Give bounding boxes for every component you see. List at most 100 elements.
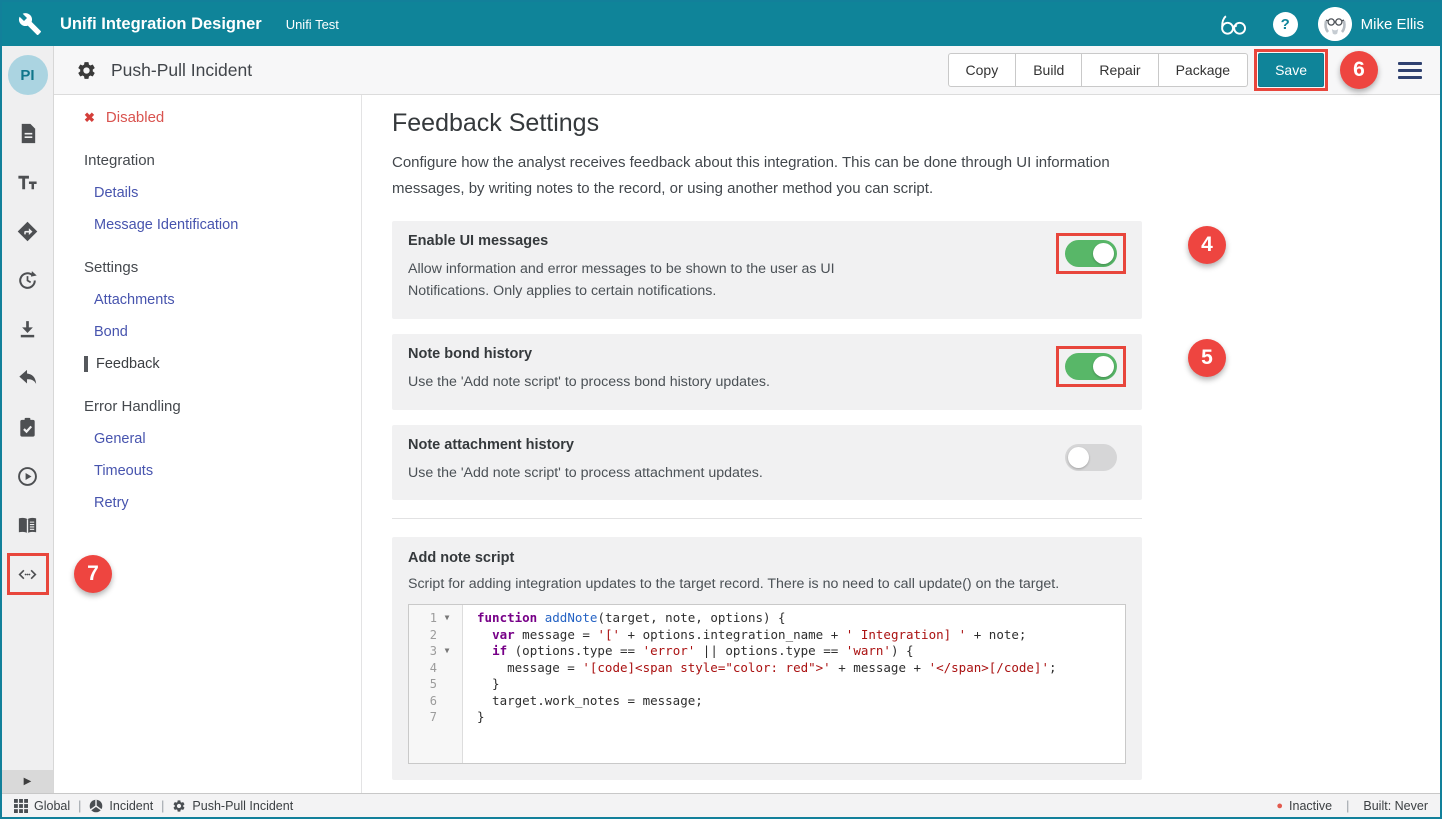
package-button[interactable]: Package bbox=[1159, 53, 1248, 87]
user-name[interactable]: Mike Ellis bbox=[1361, 16, 1424, 33]
editor-gutter: 1▼23▼4567 bbox=[409, 605, 463, 763]
download-icon[interactable] bbox=[15, 316, 41, 342]
nav-item-message-identification[interactable]: Message Identification bbox=[94, 217, 361, 233]
icon-sidebar: PI ▶ bbox=[2, 46, 54, 793]
code-token: 'warn' bbox=[846, 643, 891, 658]
toggle-knob bbox=[1093, 356, 1114, 377]
code-line: } bbox=[477, 676, 1125, 693]
code-icon[interactable] bbox=[15, 561, 41, 587]
tasks-icon[interactable] bbox=[15, 414, 41, 440]
glasses-icon[interactable] bbox=[1217, 11, 1249, 37]
nav-item-feedback[interactable]: Feedback bbox=[84, 356, 361, 372]
settings-nav-panel: ✖ Disabled IntegrationDetailsMessage Ide… bbox=[54, 95, 362, 793]
code-token: } bbox=[477, 709, 485, 724]
status-bar: Global | Incident | Push-Pull Incident ● Ina… bbox=[2, 793, 1440, 817]
environment-label: Unifi Test bbox=[286, 17, 339, 32]
inactive-dot-icon: ● bbox=[1276, 800, 1283, 812]
gutter-line: 2 bbox=[409, 627, 462, 644]
line-number: 1 bbox=[409, 610, 437, 627]
line-number: 7 bbox=[409, 709, 437, 726]
code-token bbox=[477, 643, 492, 658]
repair-button[interactable]: Repair bbox=[1082, 53, 1158, 87]
integration-status: ✖ Disabled bbox=[84, 109, 361, 126]
integration-avatar[interactable]: PI bbox=[8, 55, 48, 95]
nav-item-details[interactable]: Details bbox=[94, 185, 361, 201]
code-editor[interactable]: 1▼23▼4567 function addNote(target, note,… bbox=[408, 604, 1126, 764]
code-token: } bbox=[477, 676, 500, 691]
script-card-title: Add note script bbox=[408, 550, 1126, 566]
page-title: Push-Pull Incident bbox=[111, 60, 252, 81]
annotation-badge-4: 4 bbox=[1188, 226, 1226, 264]
annotation-badge-6: 6 bbox=[1340, 51, 1378, 89]
top-app-bar: Unifi Integration Designer Unifi Test ? … bbox=[2, 2, 1440, 46]
play-icon[interactable] bbox=[15, 463, 41, 489]
nav-item-general[interactable]: General bbox=[94, 431, 361, 447]
toggle-card-enable-ui-messages: Enable UI messagesAllow information and … bbox=[392, 221, 1142, 319]
code-token: ; bbox=[1049, 660, 1057, 675]
editor-code-area[interactable]: function addNote(target, note, options) … bbox=[463, 605, 1125, 763]
code-token: addNote bbox=[545, 610, 598, 625]
nav-item-retry[interactable]: Retry bbox=[94, 495, 361, 511]
app-title: Unifi Integration Designer bbox=[60, 15, 262, 34]
toggle-switch[interactable] bbox=[1065, 353, 1117, 380]
undo-icon[interactable] bbox=[15, 365, 41, 391]
toggle-card-note-bond-history: Note bond history Use the 'Add note scrip… bbox=[392, 334, 1142, 410]
status-text: Inactive bbox=[1289, 799, 1332, 813]
code-line: message = '[code]<span style="color: red… bbox=[477, 660, 1125, 677]
card-description: Allow information and error messages to … bbox=[408, 258, 878, 303]
copy-button[interactable]: Copy bbox=[948, 53, 1017, 87]
code-token: || options.type == bbox=[695, 643, 846, 658]
gutter-line: 3▼ bbox=[409, 643, 462, 660]
separator: | bbox=[1346, 799, 1349, 813]
card-title: Note bond history bbox=[408, 346, 1056, 362]
line-number: 2 bbox=[409, 627, 437, 644]
nav-item-attachments[interactable]: Attachments bbox=[94, 292, 361, 308]
code-token: function bbox=[477, 610, 537, 625]
statusbar-integration: Push-Pull Incident bbox=[172, 799, 293, 813]
section-title: Feedback Settings bbox=[392, 109, 1440, 138]
statusbar-scope-label: Global bbox=[34, 799, 70, 813]
statusbar-application-label: Incident bbox=[109, 799, 153, 813]
script-card-description: Script for adding integration updates to… bbox=[408, 576, 1126, 592]
milestone-icon[interactable] bbox=[15, 218, 41, 244]
code-token: (options.type == bbox=[507, 643, 642, 658]
code-line: var message = '[' + options.integration_… bbox=[477, 627, 1125, 644]
toggle-switch[interactable] bbox=[1065, 444, 1117, 471]
save-button[interactable]: Save bbox=[1258, 53, 1324, 87]
nav-item-bond[interactable]: Bond bbox=[94, 324, 361, 340]
annotation-box-toggle bbox=[1056, 233, 1126, 274]
line-number: 5 bbox=[409, 676, 437, 693]
text-format-icon[interactable] bbox=[15, 169, 41, 195]
code-line: function addNote(target, note, options) … bbox=[477, 610, 1125, 627]
sidebar-expand-button[interactable]: ▶ bbox=[2, 770, 53, 793]
user-avatar[interactable] bbox=[1318, 7, 1352, 41]
add-note-script-card: Add note script Script for adding integr… bbox=[392, 537, 1142, 780]
hamburger-icon[interactable] bbox=[1398, 62, 1422, 79]
status-label: Disabled bbox=[106, 109, 164, 126]
card-description: Use the 'Add note script' to process bon… bbox=[408, 371, 878, 394]
annotation-box-save: Save bbox=[1254, 49, 1328, 91]
documentation-icon[interactable] bbox=[15, 512, 41, 538]
history-icon[interactable] bbox=[15, 267, 41, 293]
toggle-slot bbox=[1056, 346, 1126, 394]
code-token: var bbox=[492, 627, 515, 642]
build-button[interactable]: Build bbox=[1016, 53, 1082, 87]
toggle-slot bbox=[1056, 437, 1126, 485]
fold-arrow-icon[interactable]: ▼ bbox=[437, 610, 457, 627]
card-text: Note bond history Use the 'Add note scrip… bbox=[408, 346, 1056, 394]
help-icon[interactable]: ? bbox=[1273, 12, 1298, 37]
toggle-slot bbox=[1056, 233, 1126, 303]
separator: | bbox=[161, 799, 164, 813]
toggle-switch[interactable] bbox=[1065, 240, 1117, 267]
code-token: '[' bbox=[597, 627, 620, 642]
nav-section-title-error-handling: Error Handling bbox=[84, 398, 361, 415]
card-text: Note attachment historyUse the 'Add note… bbox=[408, 437, 1056, 485]
document-icon[interactable] bbox=[15, 120, 41, 146]
code-token: '</span>[/code]' bbox=[929, 660, 1049, 675]
code-token: (target, note, options) { bbox=[597, 610, 785, 625]
code-token bbox=[537, 610, 545, 625]
code-token: + options.integration_name + bbox=[620, 627, 846, 642]
annotation-box-toggle bbox=[1056, 346, 1126, 387]
fold-arrow-icon[interactable]: ▼ bbox=[437, 643, 457, 660]
nav-item-timeouts[interactable]: Timeouts bbox=[94, 463, 361, 479]
